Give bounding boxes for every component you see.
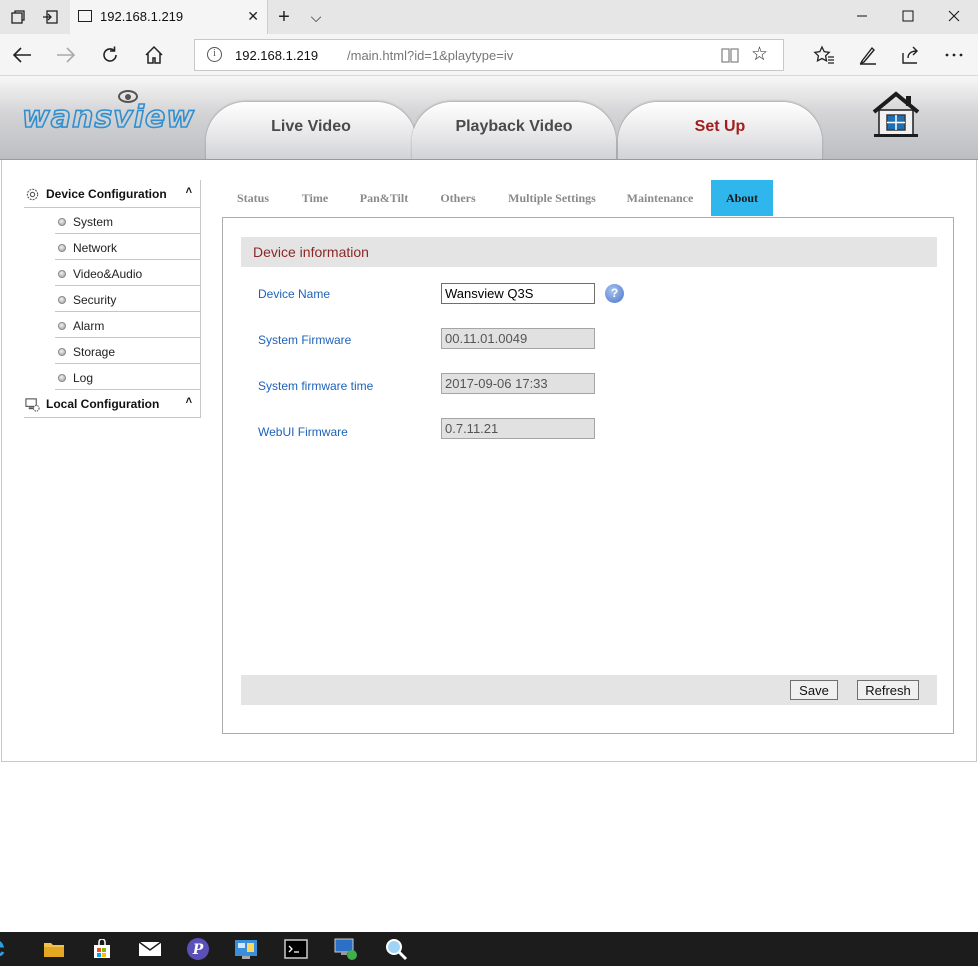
refresh-button[interactable]: Refresh [857, 680, 919, 700]
tab-live-video[interactable]: Live Video [206, 102, 416, 159]
windows-taskbar: P [0, 932, 978, 966]
sidebar-item-alarm[interactable]: Alarm [55, 312, 201, 338]
tab-status[interactable]: Status [222, 180, 284, 216]
system-firmware-label: System Firmware [258, 333, 352, 347]
tab-close-icon[interactable]: ✕ [247, 8, 259, 25]
share-icon[interactable] [890, 34, 930, 76]
system-firmware-time-field [441, 373, 595, 394]
sidebar-item-security[interactable]: Security [55, 286, 201, 312]
tab-playback-video[interactable]: Playback Video [412, 102, 616, 159]
webui-firmware-label: WebUI Firmware [258, 425, 348, 439]
computer-settings-icon [25, 398, 40, 412]
action-bar: Save Refresh [241, 675, 937, 705]
page-icon [78, 10, 92, 22]
tab-time[interactable]: Time [284, 180, 346, 216]
tab-preview-icon[interactable] [2, 0, 34, 34]
sidebar-item-log[interactable]: Log [55, 364, 201, 390]
browser-tab[interactable]: 192.168.1.219 ✕ [70, 0, 268, 34]
logo-eye-icon [118, 90, 138, 103]
mail-icon[interactable] [126, 932, 174, 966]
tab-title: 192.168.1.219 [100, 9, 184, 24]
address-host: 192.168.1.219 [235, 48, 319, 63]
section-title: Device information [253, 244, 369, 260]
tab-pan-tilt[interactable]: Pan&Tilt [346, 180, 422, 216]
tab-maintenance[interactable]: Maintenance [610, 180, 710, 216]
remote-desktop-icon[interactable] [322, 932, 370, 966]
file-explorer-icon[interactable] [30, 932, 78, 966]
maximize-button[interactable] [885, 0, 931, 32]
home-house-icon[interactable] [870, 90, 922, 138]
local-configuration-header[interactable]: Local Configuration ˄ [24, 390, 201, 418]
sidebar-item-storage[interactable]: Storage [55, 338, 201, 364]
minimize-button[interactable] [839, 0, 885, 32]
address-path: /main.html?id=1&playtype=iv [347, 48, 514, 63]
p-app-icon[interactable]: P [174, 932, 222, 966]
refresh-icon[interactable] [90, 34, 130, 76]
edge-icon[interactable] [0, 932, 12, 966]
gear-icon [26, 188, 39, 201]
sidebar-item-video-audio[interactable]: Video&Audio [55, 260, 201, 286]
device-configuration-header[interactable]: Device Configuration ˄ [24, 180, 201, 208]
system-firmware-field [441, 328, 595, 349]
sidebar-item-network[interactable]: Network [55, 234, 201, 260]
about-panel: Device information Device Name ? System … [222, 217, 954, 734]
bullet-icon [58, 270, 66, 278]
forward-arrow-icon[interactable] [46, 34, 86, 76]
address-bar[interactable]: i 192.168.1.219 /main.html?id=1&playtype… [194, 39, 784, 71]
svg-text:P: P [192, 942, 204, 958]
device-name-label: Device Name [258, 287, 331, 301]
system-firmware-time-label: System firmware time [258, 379, 374, 393]
bullet-icon [58, 244, 66, 252]
collapse-chevron-icon[interactable]: ˄ [186, 395, 192, 407]
help-icon[interactable]: ? [605, 284, 624, 303]
bullet-icon [58, 322, 66, 330]
favorite-star-icon[interactable]: ☆ [751, 43, 768, 66]
magnifier-icon[interactable] [372, 932, 420, 966]
command-prompt-icon[interactable] [272, 932, 320, 966]
local-configuration-label: Local Configuration [46, 397, 160, 411]
sidebar-item-system[interactable]: System [55, 208, 201, 234]
favorites-hub-icon[interactable] [804, 34, 844, 76]
tab-about[interactable]: About [711, 180, 773, 216]
bullet-icon [58, 348, 66, 356]
set-tabs-aside-icon[interactable] [34, 0, 66, 34]
home-icon[interactable] [134, 34, 174, 76]
bullet-icon [58, 374, 66, 382]
sidebar: Device Configuration ˄ System Network Vi… [24, 180, 201, 418]
store-icon[interactable] [78, 932, 126, 966]
device-configuration-label: Device Configuration [46, 187, 167, 201]
tab-multiple-settings[interactable]: Multiple Settings [494, 180, 610, 216]
browser-tab-bar: 192.168.1.219 ✕ + ⌵ [0, 0, 978, 34]
tab-set-up[interactable]: Set Up [618, 102, 822, 159]
back-arrow-icon[interactable] [2, 34, 42, 76]
tab-others[interactable]: Others [422, 180, 494, 216]
bullet-icon [58, 296, 66, 304]
more-menu-icon[interactable] [934, 34, 974, 76]
wansview-logo: wansview [21, 99, 196, 136]
reading-view-icon[interactable] [721, 46, 739, 64]
device-information-header: Device information [241, 237, 937, 267]
control-panel-icon[interactable] [222, 932, 270, 966]
browser-nav-bar: i 192.168.1.219 /main.html?id=1&playtype… [0, 34, 978, 76]
site-info-icon[interactable]: i [207, 47, 222, 62]
window-close-button[interactable] [931, 0, 977, 32]
device-name-input[interactable] [441, 283, 595, 304]
collapse-chevron-icon[interactable]: ˄ [186, 185, 192, 197]
webui-firmware-field [441, 418, 595, 439]
app-header: wansview Live Video Playback Video Set U… [0, 76, 978, 160]
bullet-icon [58, 218, 66, 226]
new-tab-button[interactable]: + [268, 0, 300, 34]
web-note-pen-icon[interactable] [848, 34, 888, 76]
tab-menu-chevron-icon[interactable]: ⌵ [300, 0, 332, 34]
save-button[interactable]: Save [790, 680, 838, 700]
